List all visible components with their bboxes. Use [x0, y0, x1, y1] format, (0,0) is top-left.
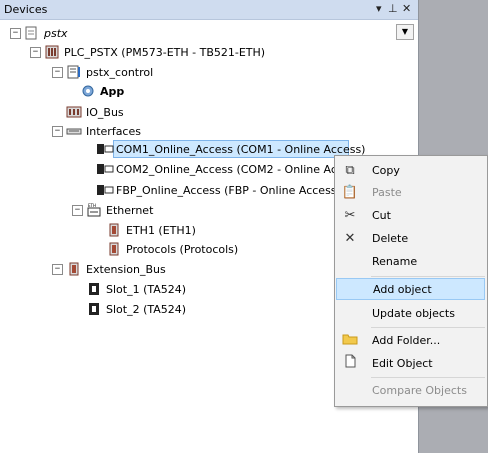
tree-item-fbp[interactable]: FBP_Online_Access (FBP - Online Access)	[96, 181, 341, 199]
tree-item-slot2[interactable]: Slot_2 (TA524)	[86, 300, 186, 318]
edit-object-icon	[336, 354, 364, 372]
menu-item-compare-objects[interactable]: Compare Objects	[336, 379, 485, 401]
tree-item-label: COM1_Online_Access (COM1 - Online Access…	[116, 142, 366, 156]
tree-item-label: PLC_PSTX (PM573-ETH - TB521-ETH)	[64, 45, 266, 59]
tree-item-pstx-control[interactable]: pstx_control	[66, 63, 153, 81]
delete-icon: ✕	[344, 230, 356, 246]
tree-item-label: Protocols (Protocols)	[126, 242, 239, 256]
tree-item-protocols[interactable]: Protocols (Protocols)	[106, 240, 238, 258]
tree-item-label: pstx_control	[86, 65, 154, 79]
menu-item-delete[interactable]: ✕ Delete	[336, 227, 485, 249]
module-icon	[66, 262, 82, 276]
tree-item-label: pstx	[44, 26, 68, 40]
module-icon	[106, 242, 122, 256]
paste-icon: 📋	[341, 184, 359, 200]
tree-item-slot1[interactable]: Slot_1 (TA524)	[86, 280, 186, 298]
tree-item-label: Slot_2 (TA524)	[106, 302, 187, 316]
tree-item-label: Interfaces	[86, 124, 141, 138]
collapse-toggle[interactable]: −	[52, 264, 63, 275]
project-icon	[24, 26, 40, 40]
tree-item-app[interactable]: App	[80, 82, 124, 100]
menu-item-label: Delete	[372, 231, 409, 245]
menu-separator	[371, 327, 485, 328]
module-icon	[106, 223, 122, 237]
ethernet-icon: ETH	[86, 203, 102, 217]
dropdown-arrow-icon[interactable]: ▾	[376, 2, 382, 15]
tree-item-label: Extension_Bus	[86, 262, 166, 276]
serial-port-icon	[96, 183, 114, 197]
tree-item-label: App	[100, 84, 125, 98]
tree-item-label: Ethernet	[106, 203, 154, 217]
menu-item-label: Edit Object	[372, 356, 433, 370]
device-selector-dropdown-button[interactable]: ▼	[396, 24, 414, 40]
collapse-toggle[interactable]: −	[10, 28, 21, 39]
tree-item-extension-bus[interactable]: Extension_Bus	[66, 260, 166, 278]
tree-item-io-bus[interactable]: IO_Bus	[66, 103, 124, 121]
tree-item-label: Slot_1 (TA524)	[106, 282, 187, 296]
tree-item-label: FBP_Online_Access (FBP - Online Access)	[116, 183, 341, 197]
cut-icon: ✂	[344, 207, 356, 223]
context-menu: ⧉ Copy 📋 Paste ✂ Cut ✕ Delete Rename Add…	[334, 155, 488, 407]
menu-item-label: Update objects	[372, 306, 455, 320]
menu-item-add-object[interactable]: Add object	[336, 278, 485, 300]
menu-item-label: Add object	[373, 282, 432, 296]
menu-item-copy[interactable]: ⧉ Copy	[336, 159, 485, 181]
menu-item-label: Paste	[372, 185, 402, 199]
tree-item-label: IO_Bus	[86, 105, 124, 119]
panel-titlebar: Devices ▾ ⊥ ✕	[0, 0, 418, 20]
tree-item-label: ETH1 (ETH1)	[126, 223, 196, 237]
interfaces-icon	[66, 124, 82, 138]
collapse-toggle[interactable]: −	[72, 205, 83, 216]
collapse-toggle[interactable]: −	[52, 126, 63, 137]
tree-item-eth1[interactable]: ETH1 (ETH1)	[106, 221, 196, 239]
menu-item-label: Cut	[372, 208, 391, 222]
menu-item-label: Add Folder...	[372, 333, 441, 347]
plc-icon	[44, 45, 60, 59]
tree-item-com1[interactable]: COM1_Online_Access (COM1 - Online Access…	[96, 140, 365, 158]
menu-item-label: Copy	[372, 163, 400, 177]
collapse-toggle[interactable]: −	[52, 67, 63, 78]
menu-item-rename[interactable]: Rename	[336, 250, 485, 272]
slot-icon	[86, 302, 102, 316]
application-icon	[66, 65, 82, 79]
menu-item-label: Rename	[372, 254, 418, 268]
tree-item-label: COM2_Online_Access (COM2 - Online Access	[116, 162, 362, 176]
panel-title: Devices	[4, 3, 48, 16]
menu-separator	[371, 377, 485, 378]
collapse-toggle[interactable]: −	[30, 47, 41, 58]
serial-port-icon	[96, 142, 114, 156]
tree-item-plc[interactable]: PLC_PSTX (PM573-ETH - TB521-ETH)	[44, 43, 265, 61]
menu-separator	[371, 276, 485, 277]
svg-text:ETH: ETH	[88, 203, 96, 208]
pin-icon[interactable]: ⊥	[388, 2, 398, 15]
tree-item-com2[interactable]: COM2_Online_Access (COM2 - Online Access	[96, 160, 361, 178]
menu-item-paste[interactable]: 📋 Paste	[336, 181, 485, 203]
slot-icon	[86, 282, 102, 296]
menu-item-edit-object[interactable]: Edit Object	[336, 352, 485, 374]
menu-item-cut[interactable]: ✂ Cut	[336, 204, 485, 226]
menu-item-label: Compare Objects	[372, 383, 467, 397]
tree-item-ethernet[interactable]: ETH Ethernet	[86, 201, 153, 219]
io-bus-icon	[66, 105, 82, 119]
copy-icon: ⧉	[345, 162, 355, 178]
gear-icon	[80, 84, 96, 98]
menu-item-add-folder[interactable]: Add Folder...	[336, 329, 485, 351]
tree-item-interfaces[interactable]: Interfaces	[66, 122, 141, 140]
menu-item-update-objects[interactable]: Update objects	[336, 302, 485, 324]
close-icon[interactable]: ✕	[402, 2, 411, 15]
tree-item-pstx[interactable]: pstx	[24, 24, 68, 42]
folder-icon	[336, 332, 364, 349]
serial-port-icon	[96, 162, 114, 176]
